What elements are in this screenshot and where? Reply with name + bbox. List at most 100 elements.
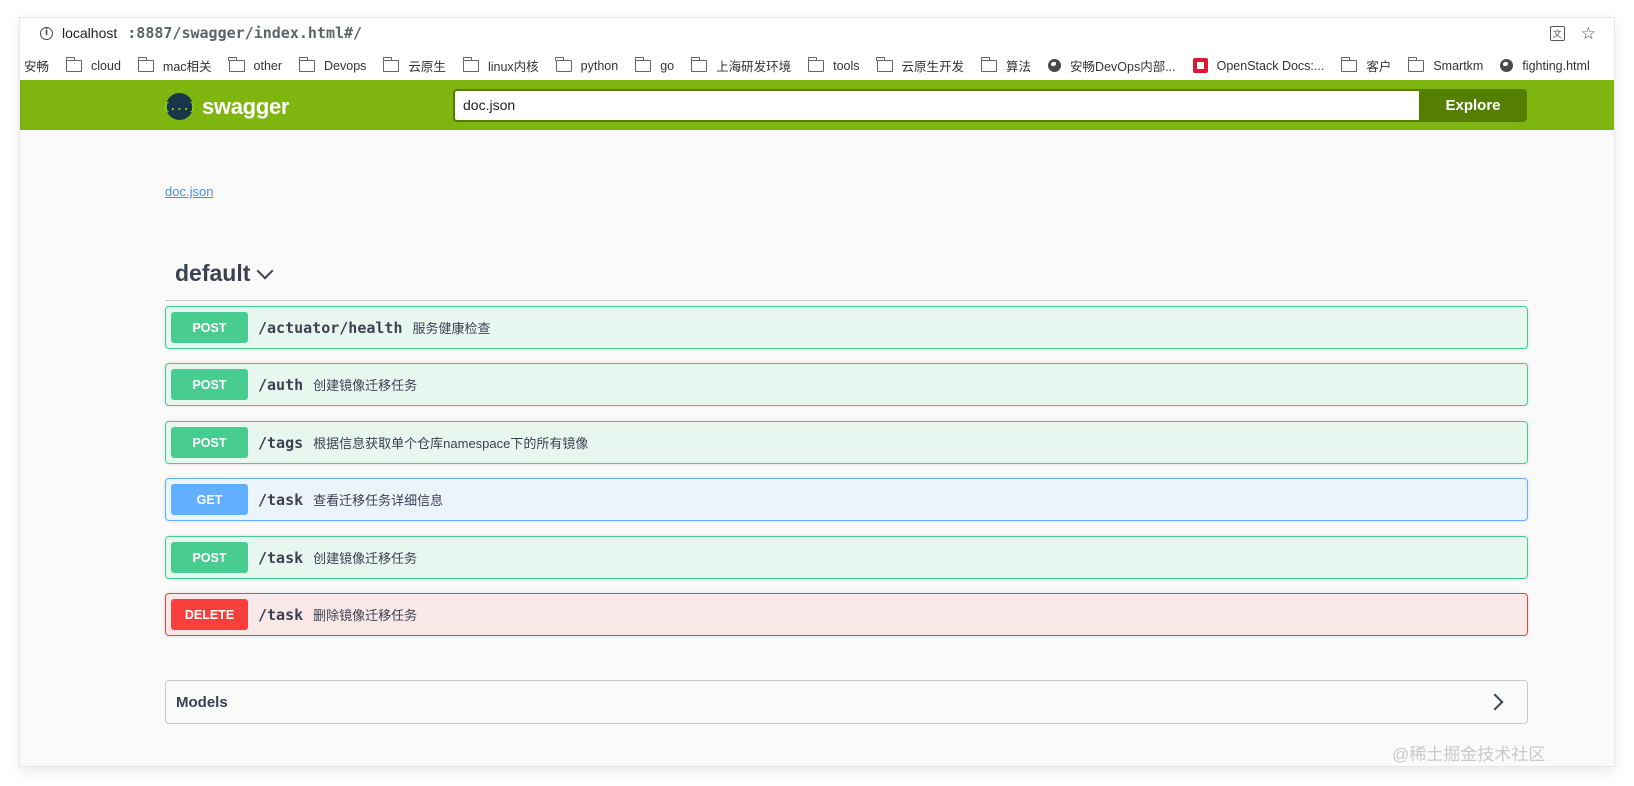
bookmark-label: 云原生开发	[901, 60, 965, 74]
info-icon[interactable]: i	[40, 26, 53, 40]
address-bar[interactable]: i localhost:8887/swagger/index.html#/ 文 …	[20, 18, 1614, 48]
folder-icon	[634, 56, 652, 72]
bookmark-item[interactable]: 安畅DevOps内部...	[1048, 56, 1176, 75]
tag-section-header[interactable]: default	[175, 260, 274, 287]
bookmark-item[interactable]: mac相关	[137, 56, 212, 75]
models-section[interactable]: Models	[165, 680, 1528, 724]
bookmark-label: linux内核	[487, 60, 539, 74]
operation-path: /task	[258, 548, 304, 567]
folder-icon	[807, 56, 825, 72]
operation-summary: 根据信息获取单个仓库namespace下的所有镜像	[313, 436, 589, 451]
url-path: :8887/swagger/index.html#/	[127, 24, 363, 42]
spec-url-input[interactable]: doc.json	[453, 89, 1419, 122]
models-label: Models	[176, 693, 228, 711]
folder-icon	[462, 56, 479, 72]
operation-row[interactable]: DELETE/task 删除镜像迁移任务	[165, 593, 1528, 636]
operation-summary: 删除镜像迁移任务	[313, 608, 418, 623]
bookmark-item[interactable]: linux内核	[462, 56, 539, 75]
tag-section-title: default	[175, 260, 251, 286]
bookmark-item[interactable]: tools	[807, 56, 860, 73]
bookmark-star-icon[interactable]: ☆	[1581, 25, 1596, 42]
operation-path: /auth	[258, 375, 304, 394]
operation-row[interactable]: POST/task 创建镜像迁移任务	[165, 536, 1528, 579]
operation-path: /task	[258, 490, 304, 509]
bookmark-item[interactable]: cloud	[65, 56, 121, 73]
bookmark-item[interactable]: 客户	[1341, 56, 1391, 75]
folder-icon	[690, 56, 708, 72]
operation-path: /tags	[258, 433, 304, 452]
translate-icon[interactable]: 文	[1549, 25, 1565, 41]
http-method-badge: POST	[171, 542, 248, 573]
doc-json-link[interactable]: doc.json	[165, 184, 213, 199]
folder-icon	[137, 56, 154, 72]
bookmark-item[interactable]: 安畅	[24, 56, 49, 75]
folder-icon	[1408, 56, 1425, 72]
globe-icon	[1048, 59, 1062, 72]
operation-row[interactable]: GET/task 查看迁移任务详细信息	[165, 478, 1528, 521]
operation-path: /task	[258, 605, 304, 624]
url-host: localhost	[62, 25, 118, 41]
folder-icon	[298, 56, 316, 72]
bookmark-item[interactable]: 云原生	[383, 56, 446, 75]
bookmark-label: 上海研发环境	[716, 60, 792, 74]
operation-row[interactable]: POST/actuator/health 服务健康检查	[165, 306, 1528, 349]
bookmark-item[interactable]: Smartkm	[1408, 56, 1484, 73]
chevron-right-icon	[1486, 693, 1504, 711]
folder-icon	[383, 56, 400, 72]
http-method-badge: POST	[171, 369, 248, 400]
operation-row[interactable]: POST/auth 创建镜像迁移任务	[165, 363, 1528, 406]
explore-button[interactable]: Explore	[1419, 89, 1527, 122]
bookmark-label: Smartkm	[1433, 58, 1484, 73]
bookmark-item[interactable]: go	[634, 56, 675, 73]
bookmark-label: 云原生	[408, 60, 446, 74]
swagger-logo-text: swagger	[202, 93, 290, 119]
operation-path: /actuator/health	[258, 318, 403, 337]
swagger-topbar: {...} swagger doc.json Explore	[20, 80, 1614, 130]
bookmark-label: other	[253, 58, 283, 73]
watermark: @稀土掘金技术社区	[1392, 745, 1546, 764]
http-method-badge: GET	[171, 484, 248, 515]
bookmark-label: Devops	[324, 58, 367, 73]
http-method-badge: POST	[171, 427, 248, 458]
folder-icon	[876, 56, 893, 72]
http-method-badge: POST	[171, 312, 248, 343]
bookmark-label: 安畅	[24, 60, 50, 74]
bookmark-item[interactable]: other	[228, 56, 283, 73]
swagger-logo[interactable]: {...} swagger	[163, 93, 290, 120]
bookmark-label: fighting.html	[1522, 58, 1590, 73]
bookmark-label: 安畅DevOps内部...	[1070, 60, 1176, 74]
section-divider	[165, 300, 1528, 301]
bookmark-item[interactable]: 云原生开发	[876, 56, 965, 75]
bookmark-item[interactable]: 算法	[980, 56, 1032, 75]
globe-icon	[1500, 59, 1514, 72]
http-method-badge: DELETE	[171, 599, 248, 630]
folder-icon	[1341, 56, 1358, 72]
operation-summary: 创建镜像迁移任务	[313, 551, 418, 566]
bookmark-item[interactable]: python	[555, 56, 619, 73]
bookmark-label: cloud	[91, 58, 121, 73]
url-text[interactable]: localhost :8887/swagger/index.html#/	[62, 24, 362, 42]
bookmark-item[interactable]: OpenStack Docs:...	[1192, 58, 1324, 73]
folder-icon	[980, 56, 998, 72]
operation-summary: 服务健康检查	[412, 321, 491, 336]
openstack-icon	[1192, 58, 1208, 73]
swagger-logo-icon: {...}	[163, 93, 196, 120]
bookmark-label: python	[580, 58, 619, 73]
bookmark-label: go	[660, 58, 675, 73]
folder-icon	[65, 56, 83, 72]
bookmark-item[interactable]: 上海研发环境	[690, 56, 792, 75]
bookmark-label: 算法	[1006, 60, 1032, 74]
bookmark-label: 客户	[1366, 60, 1392, 74]
folder-icon	[228, 56, 245, 72]
bookmark-item[interactable]: fighting.html	[1500, 58, 1590, 73]
chevron-down-icon	[256, 262, 274, 279]
bookmark-label: tools	[833, 58, 860, 73]
operation-summary: 创建镜像迁移任务	[313, 378, 418, 393]
bookmarks-bar: 安畅 cloud mac相关 other Devops 云原生 linux内核 python g…	[20, 48, 1614, 83]
operation-row[interactable]: POST/tags 根据信息获取单个仓库namespace下的所有镜像	[165, 421, 1528, 464]
bookmark-label: mac相关	[162, 60, 212, 74]
folder-icon	[555, 56, 572, 72]
operation-summary: 查看迁移任务详细信息	[313, 493, 444, 508]
browser-window: i localhost:8887/swagger/index.html#/ 文 …	[20, 18, 1614, 766]
bookmark-item[interactable]: Devops	[298, 56, 367, 73]
